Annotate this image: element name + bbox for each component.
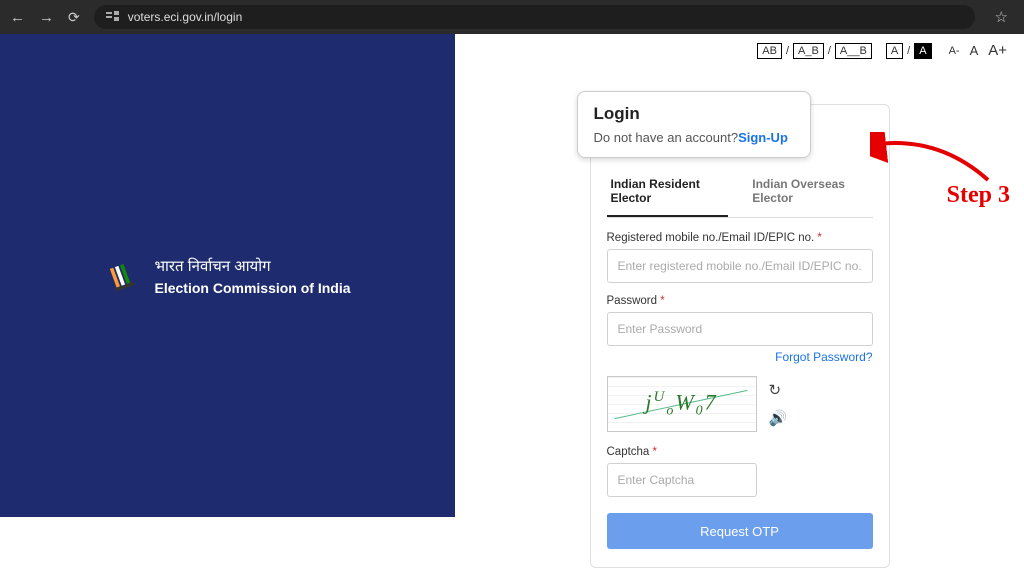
tab-overseas[interactable]: Indian Overseas Elector — [748, 167, 872, 217]
contrast-ab[interactable]: AB — [757, 43, 782, 59]
mobile-input[interactable] — [607, 249, 873, 283]
font-normal[interactable]: A — [967, 43, 982, 58]
contrast-a--b[interactable]: A__B — [835, 43, 872, 59]
bookmark-star-icon[interactable]: ☆ — [989, 8, 1014, 26]
password-label: Password * — [607, 295, 873, 307]
signup-prompt: Do not have an account?Sign-Up — [594, 130, 794, 145]
accessibility-bar: AB / A_B / A__B A / A A- A A+ — [757, 42, 1010, 59]
font-decrease[interactable]: A- — [946, 45, 963, 57]
step-label: Step 3 — [947, 182, 1010, 209]
font-increase[interactable]: A+ — [985, 42, 1010, 59]
signup-link[interactable]: Sign-Up — [738, 130, 788, 145]
tab-resident[interactable]: Indian Resident Elector — [607, 167, 728, 217]
login-form: Registered mobile no./Email ID/EPIC no. … — [607, 218, 873, 549]
elector-tabs: Indian Resident Elector Indian Overseas … — [607, 167, 873, 218]
address-bar[interactable]: voters.eci.gov.in/login — [94, 5, 975, 29]
content-panel: AB / A_B / A__B A / A A- A A+ Login Do n… — [455, 34, 1024, 517]
request-otp-button[interactable]: Request OTP — [607, 513, 873, 549]
password-input[interactable] — [607, 312, 873, 346]
captcha-label: Captcha * — [607, 446, 873, 458]
browser-toolbar: ← → ⟳ voters.eci.gov.in/login ☆ — [0, 0, 1024, 34]
brand-panel: भारत निर्वाचन आयोग Election Commission o… — [0, 34, 455, 517]
captcha-refresh-icon[interactable]: ↻ — [769, 381, 788, 399]
captcha-input[interactable] — [607, 463, 757, 497]
logo-block: भारत निर्वाचन आयोग Election Commission o… — [104, 256, 350, 296]
tutorial-annotation: Step 3 — [870, 132, 1010, 197]
contrast-a-b[interactable]: A_B — [793, 43, 824, 59]
url-text: voters.eci.gov.in/login — [128, 10, 963, 24]
eci-logo-icon — [104, 258, 140, 294]
login-card: Login Do not have an account?Sign-Up Ind… — [590, 104, 890, 568]
captcha-audio-icon[interactable]: 🔊 — [769, 409, 788, 427]
mobile-label: Registered mobile no./Email ID/EPIC no. … — [607, 232, 873, 244]
captcha-image: jUoW07 — [607, 376, 757, 432]
login-title: Login — [594, 104, 794, 124]
theme-light[interactable]: A — [886, 43, 903, 59]
captcha-row: jUoW07 ↻ 🔊 — [607, 376, 873, 432]
page-body: भारत निर्वाचन आयोग Election Commission o… — [0, 34, 1024, 517]
site-controls-icon[interactable] — [106, 10, 120, 25]
login-header: Login Do not have an account?Sign-Up — [577, 91, 811, 158]
reload-button[interactable]: ⟳ — [68, 9, 80, 26]
brand-hindi: भारत निर्वाचन आयोग — [154, 256, 350, 276]
forward-button[interactable]: → — [39, 9, 54, 26]
forgot-password-link[interactable]: Forgot Password? — [607, 350, 873, 364]
theme-dark[interactable]: A — [914, 43, 931, 59]
brand-english: Election Commission of India — [154, 280, 350, 296]
back-button[interactable]: ← — [10, 9, 25, 26]
